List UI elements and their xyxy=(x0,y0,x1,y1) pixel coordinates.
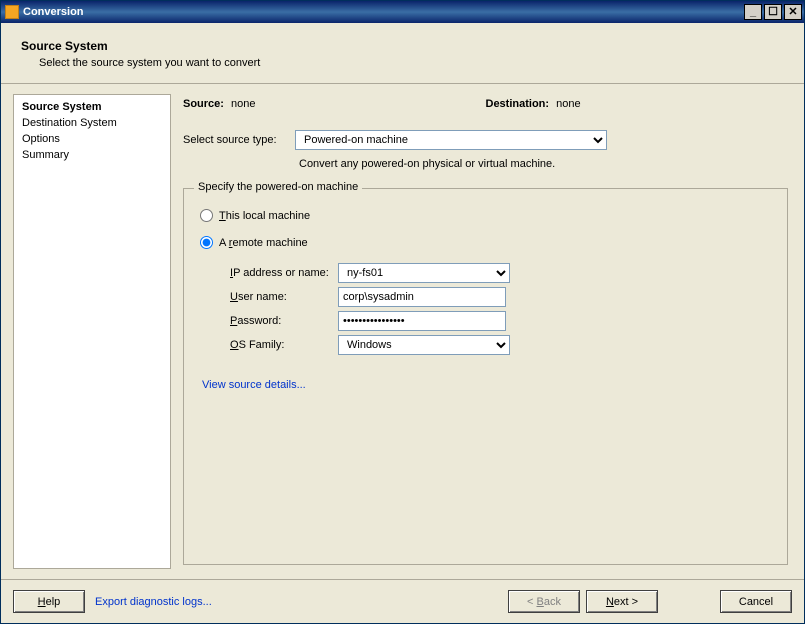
ip-address-combo[interactable]: ny-fs01 xyxy=(338,263,510,283)
back-button[interactable]: < Back xyxy=(508,590,580,613)
username-input[interactable] xyxy=(338,287,506,307)
destination-status: Destination: none xyxy=(486,98,789,110)
view-source-details-link[interactable]: View source details... xyxy=(202,379,306,391)
header-area: Source System Select the source system y… xyxy=(1,23,804,84)
window-title: Conversion xyxy=(23,6,742,18)
source-label: Source: xyxy=(183,98,224,110)
radio-local-machine[interactable] xyxy=(200,209,213,222)
destination-value: none xyxy=(556,98,580,110)
minimize-icon: _ xyxy=(750,7,756,18)
titlebar: Conversion _ ☐ ✕ xyxy=(1,1,804,23)
close-icon: ✕ xyxy=(788,7,797,18)
conversion-window: Conversion _ ☐ ✕ Source System Select th… xyxy=(0,0,805,624)
close-button[interactable]: ✕ xyxy=(784,4,802,20)
sidebar-item-options[interactable]: Options xyxy=(22,131,162,147)
remote-machine-form: IP address or name: ny-fs01 User name: P… xyxy=(230,263,771,355)
fieldset-legend: Specify the powered-on machine xyxy=(194,181,362,193)
source-status: Source: none xyxy=(183,98,486,110)
specify-machine-fieldset: Specify the powered-on machine This loca… xyxy=(183,188,788,565)
sidebar-item-label: Summary xyxy=(22,149,69,161)
sidebar-item-destination-system[interactable]: Destination System xyxy=(22,115,162,131)
destination-label: Destination: xyxy=(486,98,550,110)
ip-row: IP address or name: ny-fs01 xyxy=(230,263,771,283)
password-label: Password: xyxy=(230,315,338,327)
sidebar-item-source-system[interactable]: Source System xyxy=(22,99,162,115)
footer: Help Export diagnostic logs... < Back Ne… xyxy=(1,579,804,623)
maximize-button[interactable]: ☐ xyxy=(764,4,782,20)
footer-left: Help Export diagnostic logs... xyxy=(13,590,212,613)
os-family-row: OS Family: Windows xyxy=(230,335,771,355)
os-family-select[interactable]: Windows xyxy=(338,335,510,355)
password-input[interactable] xyxy=(338,311,506,331)
page-description: Select the source system you want to con… xyxy=(39,57,784,69)
titlebar-buttons: _ ☐ ✕ xyxy=(742,4,802,20)
export-logs-link[interactable]: Export diagnostic logs... xyxy=(95,596,212,608)
source-type-label: Select source type: xyxy=(183,134,295,146)
body-area: Source System Destination System Options… xyxy=(1,84,804,579)
cancel-button[interactable]: Cancel xyxy=(720,590,792,613)
sidebar-item-summary[interactable]: Summary xyxy=(22,147,162,163)
sidebar-item-label: Source System xyxy=(22,101,101,113)
page-title: Source System xyxy=(21,39,784,53)
username-row: User name: xyxy=(230,287,771,307)
app-icon xyxy=(5,5,19,19)
sidebar-item-label: Destination System xyxy=(22,117,117,129)
os-family-label: OS Family: xyxy=(230,339,338,351)
source-value: none xyxy=(231,98,255,110)
next-button[interactable]: Next > xyxy=(586,590,658,613)
main-panel: Source: none Destination: none Select so… xyxy=(179,94,792,569)
maximize-icon: ☐ xyxy=(768,7,778,18)
radio-remote-label: A remote machine xyxy=(219,237,308,249)
radio-local-row[interactable]: This local machine xyxy=(200,209,771,222)
source-type-select[interactable]: Powered-on machine xyxy=(295,130,607,150)
radio-remote-row[interactable]: A remote machine xyxy=(200,236,771,249)
source-type-row: Select source type: Powered-on machine xyxy=(179,120,792,154)
footer-right: < Back Next > Cancel xyxy=(508,590,792,613)
ip-label: IP address or name: xyxy=(230,267,338,279)
radio-remote-machine[interactable] xyxy=(200,236,213,249)
password-row: Password: xyxy=(230,311,771,331)
username-label: User name: xyxy=(230,291,338,303)
wizard-sidebar: Source System Destination System Options… xyxy=(13,94,171,569)
source-destination-row: Source: none Destination: none xyxy=(179,94,792,120)
minimize-button[interactable]: _ xyxy=(744,4,762,20)
radio-local-label: This local machine xyxy=(219,210,310,222)
help-button[interactable]: Help xyxy=(13,590,85,613)
sidebar-item-label: Options xyxy=(22,133,60,145)
source-type-helper: Convert any powered-on physical or virtu… xyxy=(295,154,792,170)
